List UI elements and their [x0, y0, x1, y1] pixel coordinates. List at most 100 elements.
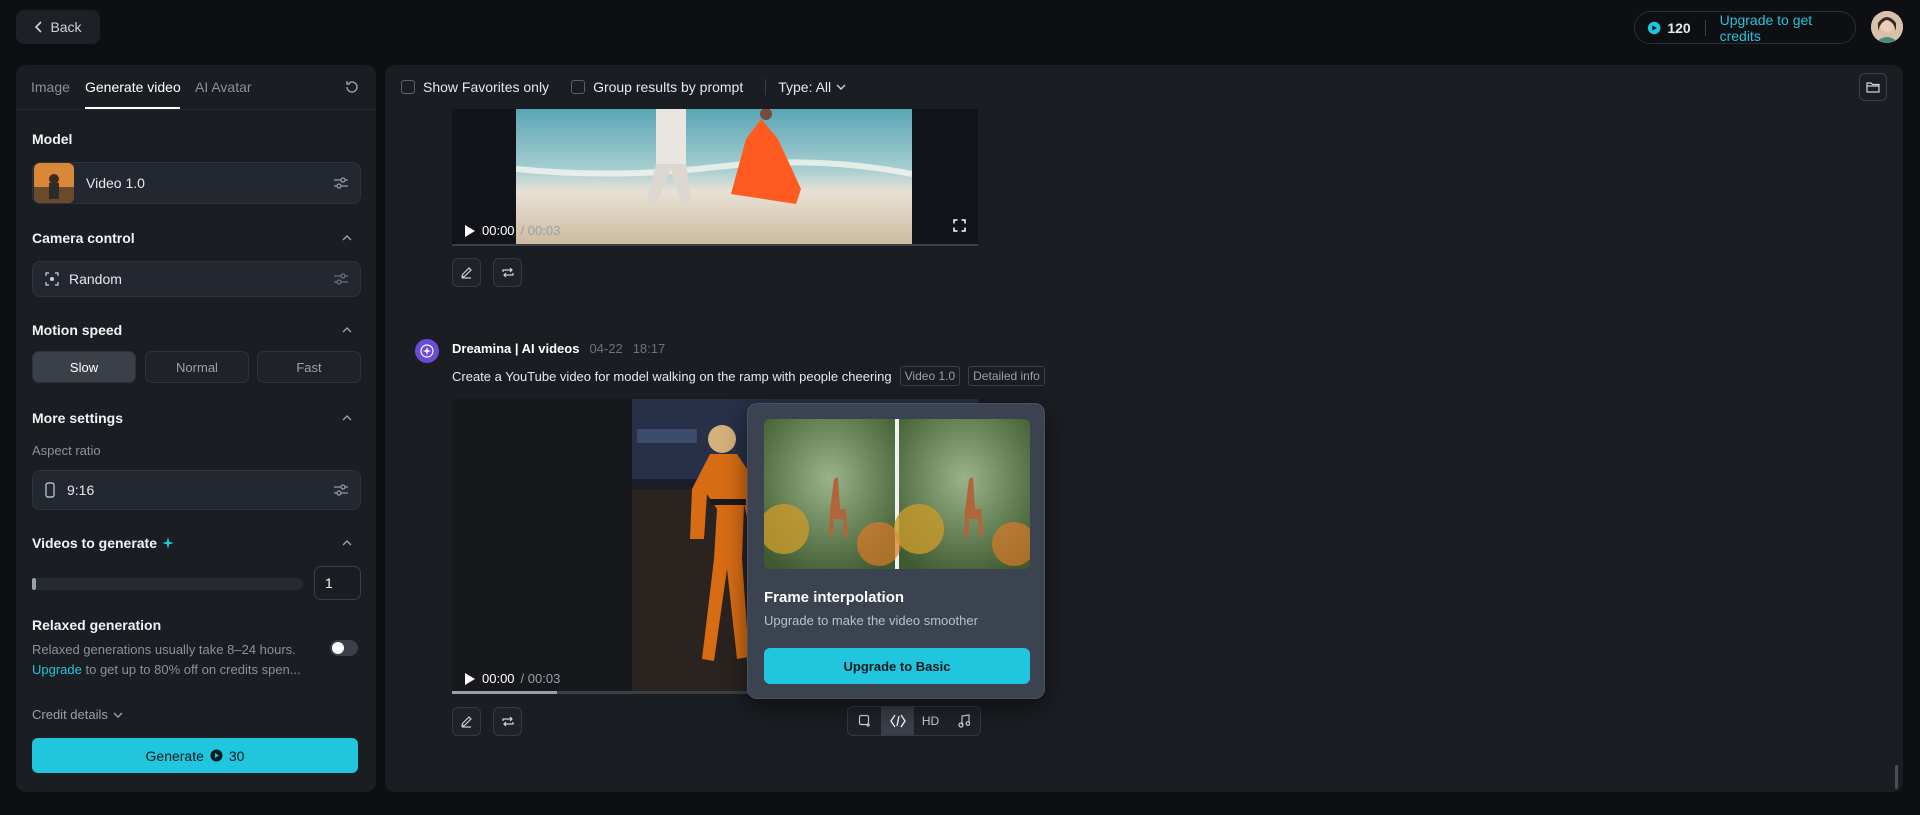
chevron-up-icon[interactable]	[342, 539, 352, 547]
aspect-ratio-select[interactable]: 9:16	[32, 470, 361, 510]
camera-control-value: Random	[69, 271, 122, 287]
music-note-icon	[957, 714, 970, 728]
edit-button[interactable]	[452, 707, 481, 736]
pencil-icon	[461, 716, 472, 728]
motion-slow-button[interactable]: Slow	[32, 351, 136, 383]
upgrade-credits-link[interactable]: Upgrade to get credits	[1720, 12, 1843, 44]
model-tag: Video 1.0	[899, 366, 961, 386]
generate-button[interactable]: Generate 30	[32, 738, 358, 773]
relaxed-description: Relaxed generations usually take 8–24 ho…	[32, 640, 332, 680]
dreamina-logo-icon	[415, 339, 439, 363]
video-player[interactable]: 00:00 / 00:03	[452, 109, 978, 246]
credits-pill[interactable]: 120 Upgrade to get credits	[1634, 11, 1856, 44]
chevron-down-icon	[113, 712, 123, 718]
credits-count: 120	[1667, 19, 1691, 36]
tab-image[interactable]: Image	[31, 79, 70, 95]
video-controls: 00:00 / 00:03	[464, 223, 560, 238]
motion-speed-title: Motion speed	[32, 322, 123, 338]
active-tab-indicator	[85, 107, 180, 109]
relaxed-generation-title: Relaxed generation	[32, 617, 162, 633]
frame-interpolation-button[interactable]	[881, 707, 914, 735]
video-progress[interactable]	[452, 244, 978, 246]
model-value: Video 1.0	[86, 175, 145, 191]
video-duration: / 00:03	[520, 223, 561, 238]
group-by-prompt-checkbox[interactable]: Group results by prompt	[571, 79, 743, 95]
model-select[interactable]: Video 1.0	[32, 162, 361, 204]
extend-video-button[interactable]	[848, 707, 881, 735]
videos-to-generate-title: Videos to generate	[32, 535, 175, 551]
type-filter-dropdown[interactable]: Type: All	[765, 79, 846, 95]
aspect-ratio-value: 9:16	[67, 482, 95, 498]
chevron-up-icon[interactable]	[342, 414, 352, 422]
relaxed-toggle[interactable]	[330, 640, 358, 656]
current-time: 00:00	[482, 671, 515, 686]
upgrade-link[interactable]: Upgrade	[32, 662, 82, 677]
left-panel: Image Generate video AI Avatar Model Vid…	[16, 65, 376, 792]
camera-control-select[interactable]: Random	[32, 261, 361, 297]
play-icon[interactable]	[464, 224, 476, 238]
reset-icon[interactable]	[344, 79, 360, 95]
toggle-knob	[332, 642, 344, 654]
type-filter-label: Type: All	[778, 79, 832, 95]
add-sound-button[interactable]	[947, 707, 980, 735]
play-icon[interactable]	[464, 672, 476, 686]
scrollbar[interactable]	[1895, 765, 1898, 789]
current-time: 00:00	[482, 223, 515, 238]
motion-fast-button[interactable]: Fast	[257, 351, 361, 383]
favorites-checkbox[interactable]: Show Favorites only	[401, 79, 549, 95]
fullscreen-icon[interactable]	[953, 219, 966, 232]
regenerate-button[interactable]	[493, 707, 522, 736]
more-settings-title: More settings	[32, 410, 124, 426]
relaxed-line-2: to get up to 80% off on credits spen...	[81, 662, 301, 677]
mode-tabs: Image Generate video AI Avatar	[16, 65, 376, 110]
generation-date: 04-22	[589, 341, 623, 356]
videos-to-generate-label: Videos to generate	[32, 535, 158, 551]
sliders-icon[interactable]	[334, 484, 348, 496]
chevron-down-icon	[836, 84, 846, 90]
hd-upscale-button[interactable]: HD	[914, 707, 947, 735]
phone-icon	[45, 482, 55, 498]
credit-coin-icon	[1647, 21, 1661, 34]
chevron-up-icon[interactable]	[342, 326, 352, 334]
video-duration: / 00:03	[520, 671, 561, 686]
back-button[interactable]: Back	[16, 10, 100, 44]
video-progress-fill	[452, 691, 558, 694]
generation-source: Dreamina | AI videos	[452, 341, 580, 356]
motion-normal-button[interactable]: Normal	[145, 351, 249, 383]
favorites-label: Show Favorites only	[423, 79, 550, 95]
videos-count-slider[interactable]	[32, 578, 303, 590]
edit-button[interactable]	[452, 258, 481, 287]
sliders-icon[interactable]	[334, 273, 348, 285]
crop-plus-icon	[858, 714, 870, 727]
sparkle-icon	[162, 537, 175, 549]
videos-count-input[interactable]: 1	[314, 566, 361, 600]
results-panel: Show Favorites only Group results by pro…	[385, 65, 1903, 792]
popover-title: Frame interpolation	[764, 589, 905, 606]
sliders-icon[interactable]	[334, 177, 348, 189]
tab-generate-video[interactable]: Generate video	[85, 79, 181, 95]
upgrade-to-basic-button[interactable]: Upgrade to Basic	[764, 648, 1030, 684]
folder-button[interactable]	[1859, 73, 1887, 101]
credit-details-link[interactable]: Credit details	[32, 707, 123, 722]
regenerate-button[interactable]	[493, 258, 522, 287]
chevron-left-icon	[35, 21, 43, 33]
video-tools: HD	[847, 706, 981, 736]
video-controls: 00:00 / 00:03	[464, 671, 560, 686]
repeat-icon	[501, 267, 514, 278]
frame-interpolation-popover: Frame interpolation Upgrade to make the …	[747, 403, 1045, 699]
video-thumbnail	[516, 109, 912, 246]
repeat-icon	[501, 716, 514, 727]
generation-time: 18:17	[632, 341, 666, 356]
detailed-info-button[interactable]: Detailed info	[968, 366, 1045, 386]
slider-handle[interactable]	[32, 578, 36, 590]
checkbox-box	[571, 80, 586, 94]
generation-header: Dreamina | AI videos 04-22 18:17	[452, 341, 665, 356]
credit-details-label: Credit details	[32, 707, 108, 722]
chevron-up-icon[interactable]	[342, 234, 352, 242]
tab-ai-avatar[interactable]: AI Avatar	[195, 79, 252, 95]
credit-coin-icon	[210, 749, 223, 762]
relaxed-line-1: Relaxed generations usually take 8–24 ho…	[32, 642, 296, 657]
back-label: Back	[50, 19, 82, 35]
popover-subtitle: Upgrade to make the video smoother	[764, 613, 978, 628]
user-avatar[interactable]	[1871, 11, 1903, 43]
